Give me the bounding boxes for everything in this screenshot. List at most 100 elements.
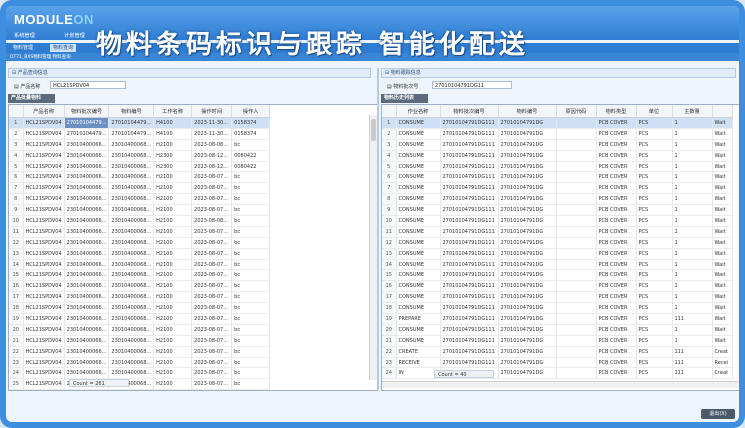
table-row[interactable]: 23 RECEIVE 27010104791DG111 27010104791DG PC…	[382, 357, 733, 369]
right-horizontal-scrollbar[interactable]	[382, 381, 739, 388]
right-col-header[interactable]: 单位	[636, 105, 673, 118]
tab-material-query[interactable]: 物料查询	[50, 44, 77, 52]
table-cell: bc	[231, 248, 271, 260]
row-number: 3	[382, 139, 397, 151]
table-row[interactable]: 8 CONSUME 27010104791DG111 27010104791DG PCB…	[382, 193, 733, 206]
table-cell: 2023-08-07...	[191, 335, 233, 347]
product-name-input[interactable]: HCL21SPDV04	[50, 81, 126, 89]
table-row[interactable]: 17 HCL21SPDV04 23010400066... 23010400068..…	[9, 291, 271, 304]
table-row[interactable]: 9 HCL21SPDV04 23010400066... 23010400068...…	[9, 204, 271, 217]
table-row[interactable]: 21 HCL21SPDV04 23010400066... 23010400068..…	[9, 335, 271, 347]
table-cell: H2100	[153, 324, 193, 336]
table-row[interactable]: 5 HCL21SPDV04 23010400066... 23010400068...…	[9, 161, 271, 173]
table-cell: 2023-08-07...	[191, 204, 233, 217]
table-cell: 27010104791DG	[498, 302, 557, 315]
table-row[interactable]: 13 CONSUME 27010104791DG111 27010104791DG PC…	[382, 248, 733, 260]
table-row[interactable]: 22 CREATE 27010104791DG111 27010104791DG PCB…	[382, 346, 733, 358]
collapse-icon[interactable]: ⊟	[12, 70, 16, 76]
menu-item-plan[interactable]: 计划管理	[64, 32, 85, 39]
table-row[interactable]: 19 HCL21SPDV04 23010400066... 23010400068..…	[9, 313, 271, 325]
left-col-header[interactable]: 物料批次编号	[64, 105, 110, 118]
table-row[interactable]: 3 CONSUME 27010104791DG111 27010104791DG PCB…	[382, 139, 733, 151]
table-row[interactable]: 20 HCL21SPDV04 23010400066... 23010400068..…	[9, 324, 271, 336]
table-row[interactable]: 2 CONSUME 27010104791DG111 27010104791DG PCB…	[382, 128, 733, 140]
table-row[interactable]: 18 HCL21SPDV04 23010400066... 23010400068..…	[9, 302, 271, 315]
tab-material-management[interactable]: 物料管理	[10, 44, 36, 52]
table-cell: 23010400066...	[64, 171, 110, 184]
table-row[interactable]: 3 HCL21SPDV04 23010400066... 23010400068...…	[9, 139, 271, 151]
table-row[interactable]: 8 HCL21SPDV04 23010400066... 23010400068...…	[9, 193, 271, 206]
table-row[interactable]: 14 HCL21SPDV04 23010400066... 23010400068..…	[9, 259, 271, 271]
table-cell: H2100	[153, 193, 193, 206]
left-grid-title: 产品批量物料	[8, 94, 55, 103]
left-col-header[interactable]	[9, 105, 24, 118]
table-row[interactable]: 5 CONSUME 27010104791DG111 27010104791DG PCB…	[382, 161, 733, 173]
table-cell: 27010104791DG111	[440, 280, 499, 293]
table-row[interactable]: 7 CONSUME 27010104791DG111 27010104791DG PCB…	[382, 182, 733, 195]
right-col-header[interactable]	[382, 105, 397, 118]
table-row[interactable]: 21 CONSUME 27010104791DG111 27010104791DG PC…	[382, 335, 733, 347]
table-row[interactable]: 10 HCL21SPDV04 23010400066... 23010400068..…	[9, 215, 271, 227]
row-number: 7	[9, 182, 24, 195]
table-row[interactable]: 15 CONSUME 27010104791DG111 27010104791DG PC…	[382, 269, 733, 282]
left-col-header[interactable]: 工作名称	[153, 105, 193, 118]
table-row[interactable]: 20 CONSUME 27010104791DG111 27010104791DG PC…	[382, 324, 733, 336]
table-row[interactable]: 16 HCL21SPDV04 23010400066... 23010400068..…	[9, 280, 271, 293]
exit-button[interactable]: 退出(X)	[701, 409, 735, 419]
table-cell	[556, 117, 597, 129]
table-cell	[556, 237, 597, 249]
panel-splitter[interactable]	[377, 68, 379, 390]
left-scroll-thumb[interactable]	[371, 119, 376, 141]
table-row[interactable]: 4 HCL21SPDV04 23010400066... 23010400068...…	[9, 150, 271, 162]
table-cell: 23010400068...	[108, 161, 155, 173]
table-row[interactable]: 14 CONSUME 27010104791DG111 27010104791DG PC…	[382, 259, 733, 271]
table-row[interactable]: 12 HCL21SPDV04 23010400066... 23010400068..…	[9, 237, 271, 249]
right-col-header[interactable]: 作业名称	[396, 105, 441, 118]
table-row[interactable]: 1 HCL21SPDV04 27010104479... 27010104479...…	[9, 117, 271, 129]
table-row[interactable]: 25HCL21SPDV0423010400066...23010400068..…	[9, 378, 271, 390]
table-row[interactable]: 6 HCL21SPDV04 23010400066... 23010400068...…	[9, 171, 271, 184]
table-cell: bc	[231, 259, 271, 271]
table-row[interactable]: 19 PREPARE 27010104791DG111 27010104791DG PC…	[382, 313, 733, 325]
right-col-header[interactable]: 主数量	[672, 105, 713, 118]
left-col-header[interactable]: 操作人	[231, 105, 271, 118]
table-row[interactable]: 9 CONSUME 27010104791DG111 27010104791DG PCB…	[382, 204, 733, 217]
table-row[interactable]: 11 HCL21SPDV04 23010400066... 23010400068..…	[9, 226, 271, 238]
right-col-header[interactable]: 物料批次编号	[440, 105, 499, 118]
right-col-header[interactable]: 物料编号	[498, 105, 557, 118]
table-row[interactable]: 4 CONSUME 27010104791DG111 27010104791DG PCB…	[382, 150, 733, 162]
table-cell: PCB COVER	[596, 291, 637, 304]
table-cell: PCS	[636, 280, 673, 293]
table-row[interactable]: 12 CONSUME 27010104791DG111 27010104791DG PC…	[382, 237, 733, 249]
table-row[interactable]: 22 HCL21SPDV04 23010400066... 23010400068..…	[9, 346, 271, 358]
table-cell: HCL21SPDV04	[23, 117, 65, 129]
list-icon: ▤	[387, 84, 392, 90]
right-col-header[interactable]: 物料类型	[596, 105, 637, 118]
table-row[interactable]: 7 HCL21SPDV04 23010400066... 23010400068...…	[9, 182, 271, 195]
left-col-header[interactable]: 物料编号	[108, 105, 155, 118]
table-row[interactable]: 13 HCL21SPDV04 23010400066... 23010400068..…	[9, 248, 271, 260]
table-row[interactable]: 6 CONSUME 27010104791DG111 27010104791DG PCB…	[382, 171, 733, 184]
table-row[interactable]: 2 HCL21SPDV04 27010104479... 27010104479...…	[9, 128, 271, 140]
table-row[interactable]: 15 HCL21SPDV04 23010400066... 23010400068..…	[9, 269, 271, 282]
table-row[interactable]: 24 HCL21SPDV04 23010400066... 23010400068..…	[9, 367, 271, 380]
table-row[interactable]: 18 CONSUME 27010104791DG111 27010104791DG PC…	[382, 302, 733, 315]
row-number: 10	[9, 215, 24, 227]
batch-number-input[interactable]: 27010104791DG11	[432, 81, 512, 89]
table-row[interactable]: 10 CONSUME 27010104791DG111 27010104791DG PC…	[382, 215, 733, 227]
table-row[interactable]: 23 HCL21SPDV04 23010400066... 23010400068..…	[9, 357, 271, 369]
table-cell: 27010104791DG	[498, 171, 557, 184]
left-col-header[interactable]: 操作时间	[191, 105, 233, 118]
left-vertical-scrollbar[interactable]	[369, 115, 377, 380]
table-cell: HCL21SPDV04	[23, 291, 65, 304]
table-row[interactable]: 16 CONSUME 27010104791DG111 27010104791DG PC…	[382, 280, 733, 293]
left-col-header[interactable]: 产品名称	[23, 105, 65, 118]
table-row[interactable]: 1 CONSUME 27010104791DG111 27010104791DG PCB…	[382, 117, 733, 129]
collapse-icon[interactable]: ⊟	[385, 70, 389, 76]
table-cell: H2100	[153, 280, 193, 293]
right-col-header[interactable]: 原因代码	[556, 105, 597, 118]
right-col-header[interactable]	[712, 105, 733, 118]
table-row[interactable]: 11 CONSUME 27010104791DG111 27010104791DG PC…	[382, 226, 733, 238]
table-row[interactable]: 17 CONSUME 27010104791DG111 27010104791DG PC…	[382, 291, 733, 304]
menu-item-system[interactable]: 系统管理	[14, 32, 35, 39]
